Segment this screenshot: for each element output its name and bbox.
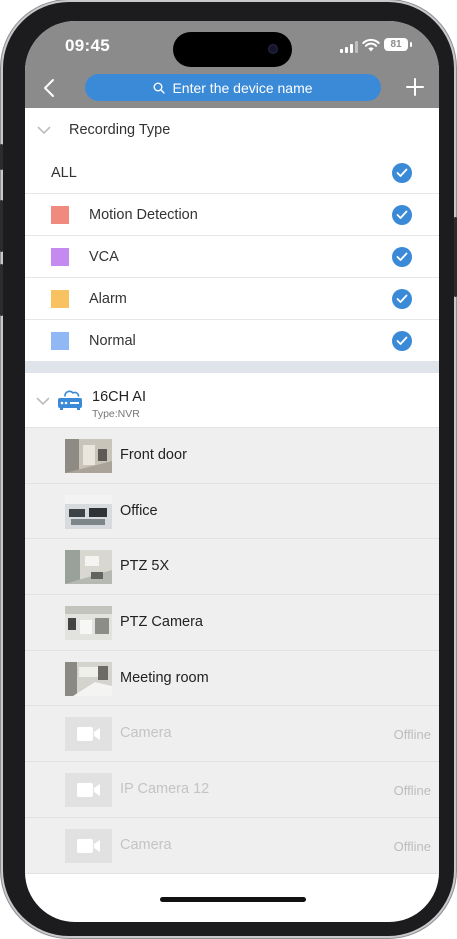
battery-icon: 81 — [384, 38, 412, 51]
filter-label: Normal — [89, 333, 136, 349]
alarm-color-swatch — [51, 290, 69, 308]
motion-detection-color-swatch — [51, 206, 69, 224]
offline-status: Offline — [393, 727, 431, 743]
mute-switch — [0, 144, 3, 170]
device-name: 16CH AI — [92, 389, 146, 405]
camera-name: Meeting room — [120, 669, 209, 686]
filter-row-all[interactable]: ALL — [25, 152, 439, 194]
video-camera-icon — [77, 838, 100, 853]
add-device-icon[interactable] — [405, 77, 425, 97]
camera-name: Office — [120, 502, 158, 519]
top-bar: 09:45 81 Enter the device name — [25, 21, 439, 108]
device-search-bar[interactable]: Enter the device name — [85, 74, 381, 101]
wifi-icon — [362, 38, 380, 52]
filter-label: VCA — [89, 249, 119, 265]
search-placeholder: Enter the device name — [172, 79, 313, 96]
camera-placeholder-thumbnail — [65, 828, 112, 863]
video-camera-icon — [77, 783, 100, 798]
camera-name: IP Camera 12 — [120, 781, 210, 798]
filter-row-motion-detection[interactable]: Motion Detection — [25, 194, 439, 236]
filter-row-alarm[interactable]: Alarm — [25, 278, 439, 320]
camera-name: PTZ Camera — [120, 614, 203, 631]
app-screen: 09:45 81 Enter the device name Recording… — [25, 21, 439, 922]
camera-name: Front door — [120, 447, 187, 463]
camera-thumbnail — [65, 661, 112, 696]
chevron-down-icon — [36, 397, 50, 406]
camera-name: Camera — [120, 836, 172, 853]
section-divider — [25, 361, 439, 373]
camera-row-ptz-5x[interactable]: PTZ 5X — [25, 539, 439, 596]
normal-color-swatch — [51, 332, 69, 350]
filter-label: ALL — [51, 165, 77, 181]
vca-color-swatch — [51, 248, 69, 266]
camera-thumbnail — [65, 439, 112, 473]
camera-row-office[interactable]: Office — [25, 483, 439, 540]
back-arrow-icon[interactable] — [39, 77, 61, 99]
camera-list: Front door Office PTZ 5X PTZ Camera Meet… — [25, 428, 439, 874]
filter-label: Alarm — [89, 291, 127, 307]
camera-row-camera-offline[interactable]: Camera Offline — [25, 706, 439, 763]
dynamic-island — [173, 32, 292, 67]
search-icon — [153, 82, 166, 94]
checkmark-icon[interactable] — [392, 289, 412, 309]
camera-row-meeting-room[interactable]: Meeting room — [25, 650, 439, 707]
camera-name: PTZ 5X — [120, 558, 170, 575]
camera-row-camera-offline-2[interactable]: Camera Offline — [25, 817, 439, 874]
home-indicator[interactable] — [160, 897, 306, 902]
camera-placeholder-thumbnail — [65, 717, 112, 752]
filter-row-normal[interactable]: Normal — [25, 320, 439, 362]
recording-type-title: Recording Type — [69, 122, 171, 138]
camera-name: Camera — [120, 725, 172, 742]
filter-row-vca[interactable]: VCA — [25, 236, 439, 278]
checkmark-icon[interactable] — [392, 163, 412, 183]
device-type: Type:NVR — [92, 408, 140, 420]
volume-up-button — [0, 200, 3, 252]
checkmark-icon[interactable] — [392, 247, 412, 267]
phone-frame: 09:45 81 Enter the device name Recording… — [0, 2, 457, 936]
status-time: 09:45 — [65, 36, 110, 55]
volume-down-button — [0, 264, 3, 316]
checkmark-icon[interactable] — [392, 331, 412, 351]
camera-thumbnail — [65, 606, 112, 641]
filter-label: Motion Detection — [89, 207, 198, 223]
chevron-down-icon — [37, 126, 51, 135]
device-group-header[interactable]: 16CH AI Type:NVR — [25, 373, 439, 428]
front-camera-icon — [268, 44, 278, 54]
checkmark-icon[interactable] — [392, 205, 412, 225]
offline-status: Offline — [393, 838, 431, 854]
video-camera-icon — [77, 727, 100, 742]
camera-row-front-door[interactable]: Front door — [25, 428, 439, 484]
camera-row-ip-camera-12[interactable]: IP Camera 12 Offline — [25, 762, 439, 818]
nvr-cloud-icon — [58, 390, 82, 410]
camera-thumbnail — [65, 550, 112, 585]
recording-type-header[interactable]: Recording Type — [25, 108, 439, 152]
camera-placeholder-thumbnail — [65, 773, 112, 808]
camera-thumbnail — [65, 494, 112, 529]
cellular-signal-icon — [340, 41, 358, 53]
offline-status: Offline — [393, 783, 431, 799]
camera-row-ptz-camera[interactable]: PTZ Camera — [25, 595, 439, 651]
